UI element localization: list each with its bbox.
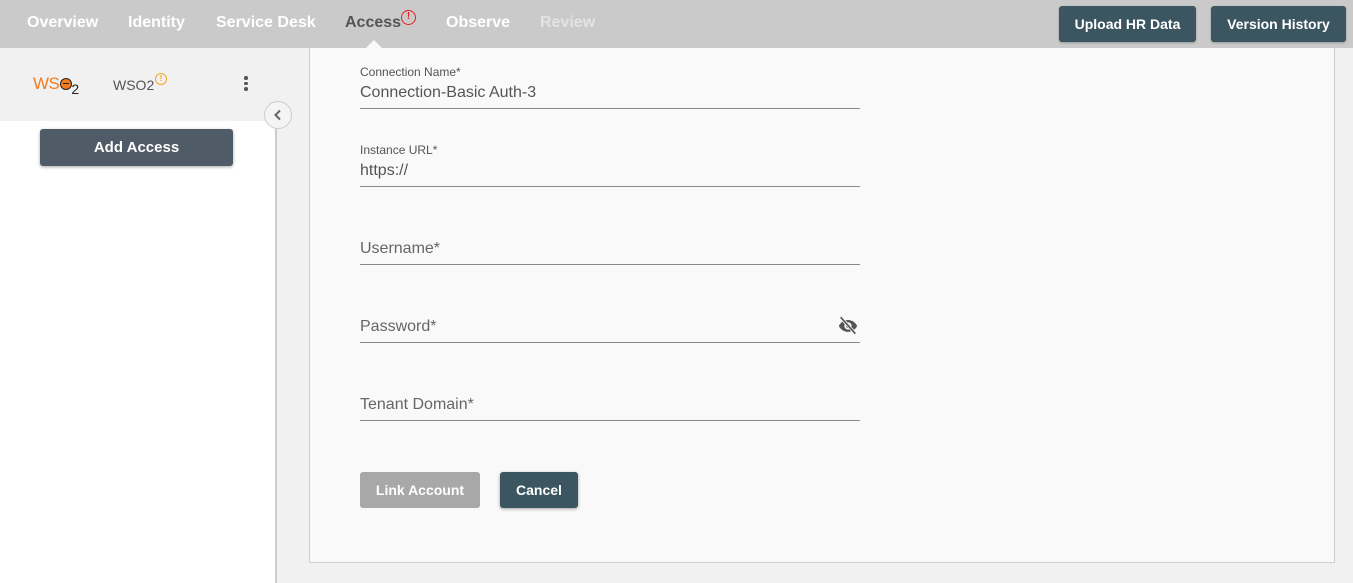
instance-url-value[interactable]: https:// (360, 162, 408, 180)
password-field[interactable]: Password* (360, 296, 860, 343)
tab-service-desk[interactable]: Service Desk (216, 14, 316, 32)
tenant-domain-field[interactable]: Tenant Domain* (360, 374, 860, 421)
tenant-domain-placeholder: Tenant Domain* (360, 396, 474, 413)
collapse-sidebar-button[interactable] (264, 101, 292, 129)
tab-identity[interactable]: Identity (128, 14, 185, 32)
upload-hr-data-button[interactable]: Upload HR Data (1059, 6, 1196, 42)
username-field[interactable]: Username* (360, 218, 860, 265)
sidebar: WS 2 WSO2 ! Add Access (0, 48, 277, 583)
connection-name-value[interactable]: Connection-Basic Auth-3 (360, 84, 536, 102)
warning-icon: ! (155, 73, 167, 85)
more-options-icon[interactable] (238, 76, 254, 94)
tab-observe[interactable]: Observe (446, 14, 510, 32)
tab-review: Review (540, 14, 596, 31)
org-header: WS 2 WSO2 ! (0, 48, 277, 121)
logo-text: WS (33, 74, 60, 93)
tab-overview[interactable]: Overview (27, 14, 98, 32)
top-nav-bar: Overview Identity Service Desk Access ! … (0, 0, 1353, 48)
alert-icon: ! (401, 10, 416, 25)
add-access-button[interactable]: Add Access (40, 129, 233, 166)
active-tab-indicator (366, 40, 382, 48)
version-history-button[interactable]: Version History (1211, 6, 1346, 42)
connection-name-field[interactable]: Connection Name* Connection-Basic Auth-3 (360, 62, 860, 109)
eye-off-icon[interactable] (836, 314, 860, 336)
instance-url-field[interactable]: Instance URL* https:// (360, 140, 860, 187)
password-placeholder: Password* (360, 318, 437, 335)
logo-subscript: 2 (71, 81, 79, 97)
tab-access[interactable]: Access (345, 14, 401, 32)
instance-url-label: Instance URL* (360, 143, 438, 157)
chevron-left-icon (274, 109, 281, 121)
username-placeholder: Username* (360, 240, 441, 257)
org-name: WSO2 (113, 77, 155, 93)
connection-name-label: Connection Name* (360, 65, 461, 79)
cancel-button[interactable]: Cancel (500, 472, 578, 508)
wso2-logo: WS 2 (33, 74, 79, 97)
link-account-button[interactable]: Link Account (360, 472, 480, 508)
